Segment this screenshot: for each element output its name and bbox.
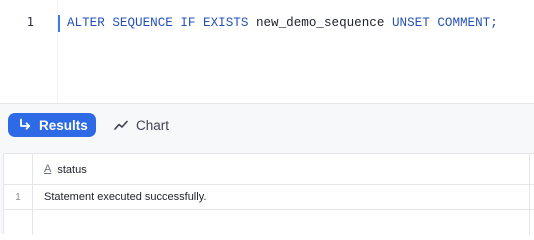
results-grid: A status 1 Statement executed successful… <box>0 146 534 235</box>
sql-statement: ALTER SEQUENCE IF EXISTS new_demo_sequen… <box>67 16 498 30</box>
editor-gutter: 1 <box>0 0 58 103</box>
sql-identifier-token: new_demo_sequence <box>255 16 385 30</box>
results-tab-button[interactable]: Results <box>8 113 96 137</box>
empty-cell <box>33 210 530 235</box>
line-number: 1 <box>26 15 34 29</box>
results-table: A status 1 Statement executed successful… <box>3 153 534 235</box>
row-index-header <box>4 154 33 184</box>
empty-row <box>4 210 534 235</box>
table-header-row: A status <box>4 154 534 185</box>
chart-tab-button[interactable]: Chart <box>114 113 169 137</box>
code-line[interactable]: ALTER SEQUENCE IF EXISTS new_demo_sequen… <box>58 13 498 33</box>
column-header-status[interactable]: A status <box>33 154 530 185</box>
text-type-icon: A <box>44 163 52 175</box>
status-cell[interactable]: Statement executed successfully. <box>33 185 530 209</box>
line-chart-icon <box>114 120 128 130</box>
row-number: 1 <box>4 185 33 209</box>
text-cursor <box>58 14 60 32</box>
arrow-return-icon <box>20 118 31 130</box>
results-tab-label: Results <box>39 117 88 133</box>
worksheet: 1 ALTER SEQUENCE IF EXISTS new_demo_sequ… <box>0 0 534 235</box>
column-header-label: status <box>57 163 87 176</box>
sql-editor[interactable]: 1 ALTER SEQUENCE IF EXISTS new_demo_sequ… <box>0 0 534 103</box>
row-number-empty <box>4 210 33 235</box>
chart-tab-label: Chart <box>136 117 170 133</box>
sql-keyword-token: UNSET COMMENT; <box>384 16 498 30</box>
table-row[interactable]: 1 Statement executed successfully. <box>4 185 534 210</box>
sql-keyword-token: ALTER SEQUENCE IF EXISTS <box>67 16 256 30</box>
results-toolbar: Results Chart <box>0 103 534 146</box>
